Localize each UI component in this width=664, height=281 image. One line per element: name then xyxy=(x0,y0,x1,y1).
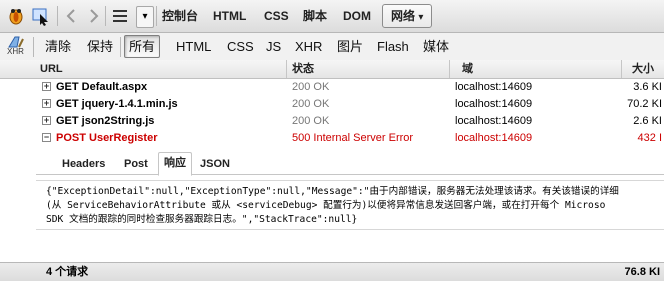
tab-dom[interactable]: DOM xyxy=(343,7,371,25)
total-size: 76.8 KI xyxy=(624,266,660,278)
request-domain: localhost:14609 xyxy=(455,132,533,144)
column-header-size[interactable]: 大小 xyxy=(632,60,654,78)
tab-network[interactable]: 网络 ▾ xyxy=(382,4,433,28)
request-size: 432 I xyxy=(637,132,662,144)
request-size: 3.6 KI xyxy=(633,81,662,93)
forward-icon[interactable] xyxy=(83,6,103,26)
inspect-element-icon[interactable] xyxy=(31,6,51,26)
filter-js[interactable]: JS xyxy=(266,37,281,56)
tab-network-dropdown-icon: ▾ xyxy=(418,12,424,23)
collapse-icon[interactable]: − xyxy=(42,133,51,142)
clear-button[interactable]: 清除 xyxy=(45,37,71,56)
filter-html[interactable]: HTML xyxy=(176,37,211,56)
persist-button[interactable]: 保持 xyxy=(87,37,113,56)
request-url: GET json2String.js xyxy=(56,115,155,127)
column-header-url[interactable]: URL xyxy=(40,60,63,78)
request-detail-panel: Headers Post 响应 JSON {"ExceptionDetail":… xyxy=(36,150,664,265)
tab-post[interactable]: Post xyxy=(124,156,148,172)
request-row-error[interactable]: − POST UserRegister 500 Internal Server … xyxy=(0,129,664,147)
request-row[interactable]: + GET Default.aspx 200 OK localhost:1460… xyxy=(0,78,664,96)
response-line: SDK 文档的跟踪的同时检查服务器跟踪日志。","StackTrace":nul… xyxy=(46,214,358,225)
request-size: 2.6 KI xyxy=(633,115,662,127)
request-status: 200 OK xyxy=(292,81,330,93)
request-domain: localhost:14609 xyxy=(455,115,533,127)
column-header-status[interactable]: 状态 xyxy=(292,60,314,78)
tab-script[interactable]: 脚本 xyxy=(303,7,327,25)
filter-media[interactable]: 媒体 xyxy=(423,37,449,56)
firebug-toolbar: ▾ 控制台 HTML CSS 脚本 DOM 网络 ▾ xyxy=(0,0,664,33)
request-url: GET jquery-1.4.1.min.js xyxy=(56,98,178,110)
tab-console[interactable]: 控制台 xyxy=(162,7,198,25)
request-url: GET Default.aspx xyxy=(56,81,148,93)
response-body[interactable]: {"ExceptionDetail":null,"ExceptionType":… xyxy=(36,180,664,230)
tab-network-label: 网络 xyxy=(391,9,416,23)
request-count: 4 个请求 xyxy=(46,266,89,278)
request-size: 70.2 KI xyxy=(627,98,662,110)
back-icon[interactable] xyxy=(62,6,82,26)
column-header-domain[interactable]: 域 xyxy=(462,60,473,78)
request-url: POST UserRegister xyxy=(56,132,158,144)
response-line: {"ExceptionDetail":null,"ExceptionType":… xyxy=(46,186,619,197)
detail-tabs: Headers Post 响应 JSON xyxy=(36,150,664,176)
tab-headers[interactable]: Headers xyxy=(62,156,105,172)
xhr-icon-caption: XHR xyxy=(7,47,24,56)
request-status: 500 Internal Server Error xyxy=(292,132,414,144)
filter-all[interactable]: 所有 xyxy=(124,35,161,58)
menu-list-icon[interactable] xyxy=(110,6,130,26)
summary-footer: 4 个请求 76.8 KI xyxy=(0,262,664,281)
expand-icon[interactable]: + xyxy=(42,116,51,125)
filter-flash[interactable]: Flash xyxy=(377,37,409,56)
request-domain: localhost:14609 xyxy=(455,81,533,93)
filter-css[interactable]: CSS xyxy=(227,37,254,56)
request-row[interactable]: + GET json2String.js 200 OK localhost:14… xyxy=(0,112,664,130)
tab-css[interactable]: CSS xyxy=(264,7,289,25)
tab-json[interactable]: JSON xyxy=(200,156,230,172)
tab-html[interactable]: HTML xyxy=(213,7,246,25)
filter-images[interactable]: 图片 xyxy=(337,37,363,56)
xhr-broom-icon[interactable]: XHR xyxy=(5,35,29,58)
firebug-icon[interactable] xyxy=(6,6,26,26)
request-table-header: URL 状态 域 大小 xyxy=(0,60,664,79)
menu-dropdown-button[interactable]: ▾ xyxy=(136,6,154,28)
tab-response[interactable]: 响应 xyxy=(158,152,192,176)
request-row[interactable]: + GET jquery-1.4.1.min.js 200 OK localho… xyxy=(0,95,664,113)
request-domain: localhost:14609 xyxy=(455,98,533,110)
request-status: 200 OK xyxy=(292,115,330,127)
expand-icon[interactable]: + xyxy=(42,82,51,91)
response-line: (从 ServiceBehaviorAttribute 或从 <serviceD… xyxy=(46,200,606,211)
network-filter-bar: XHR 清除 保持 所有 HTML CSS JS XHR 图片 Flash 媒体 xyxy=(0,33,664,61)
expand-icon[interactable]: + xyxy=(42,99,51,108)
filter-xhr[interactable]: XHR xyxy=(295,37,322,56)
request-status: 200 OK xyxy=(292,98,330,110)
